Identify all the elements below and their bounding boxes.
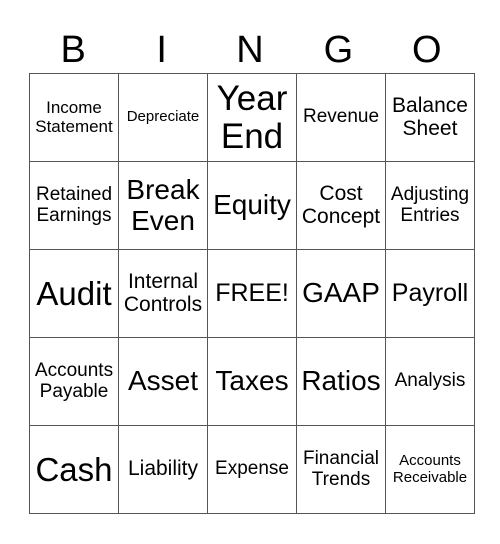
bingo-cell[interactable]: Retained Earnings [29,161,119,250]
bingo-cell[interactable]: Payroll [385,249,475,338]
grid-row: Income Statement Depreciate Year End Rev… [29,73,475,162]
bingo-cell[interactable]: Year End [207,73,297,162]
bingo-cell[interactable]: Liability [118,425,208,514]
header-letter-n: N [236,29,264,71]
bingo-grid: Income Statement Depreciate Year End Rev… [29,73,475,514]
grid-row: Accounts Payable Asset Taxes Ratios Anal… [29,337,475,426]
bingo-cell[interactable]: Balance Sheet [385,73,475,162]
bingo-cell[interactable]: Taxes [207,337,297,426]
bingo-cell[interactable]: Equity [207,161,297,250]
header-letter-o: O [412,29,442,71]
bingo-cell[interactable]: Break Even [118,161,208,250]
bingo-cell[interactable]: Expense [207,425,297,514]
bingo-cell[interactable]: Analysis [385,337,475,426]
header-letter-i: I [156,29,167,71]
bingo-cell[interactable]: Adjusting Entries [385,161,475,250]
grid-row: Audit Internal Controls FREE! GAAP Payro… [29,249,475,338]
free-cell[interactable]: FREE! [207,249,297,338]
bingo-cell[interactable]: Revenue [296,73,386,162]
bingo-cell[interactable]: GAAP [296,249,386,338]
bingo-cell[interactable]: Accounts Payable [29,337,119,426]
grid-row: Retained Earnings Break Even Equity Cost… [29,161,475,250]
bingo-cell[interactable]: Audit [29,249,119,338]
bingo-cell[interactable]: Accounts Receivable [385,425,475,514]
header-letter-b: B [60,29,86,71]
bingo-cell[interactable]: Internal Controls [118,249,208,338]
grid-row: Cash Liability Expense Financial Trends … [29,425,475,514]
bingo-cell[interactable]: Cash [29,425,119,514]
bingo-cell[interactable]: Financial Trends [296,425,386,514]
bingo-cell[interactable]: Ratios [296,337,386,426]
bingo-cell[interactable]: Depreciate [118,73,208,162]
bingo-header: B I N G O [29,30,471,70]
bingo-cell[interactable]: Cost Concept [296,161,386,250]
bingo-cell[interactable]: Income Statement [29,73,119,162]
header-letter-g: G [323,29,354,71]
bingo-cell[interactable]: Asset [118,337,208,426]
